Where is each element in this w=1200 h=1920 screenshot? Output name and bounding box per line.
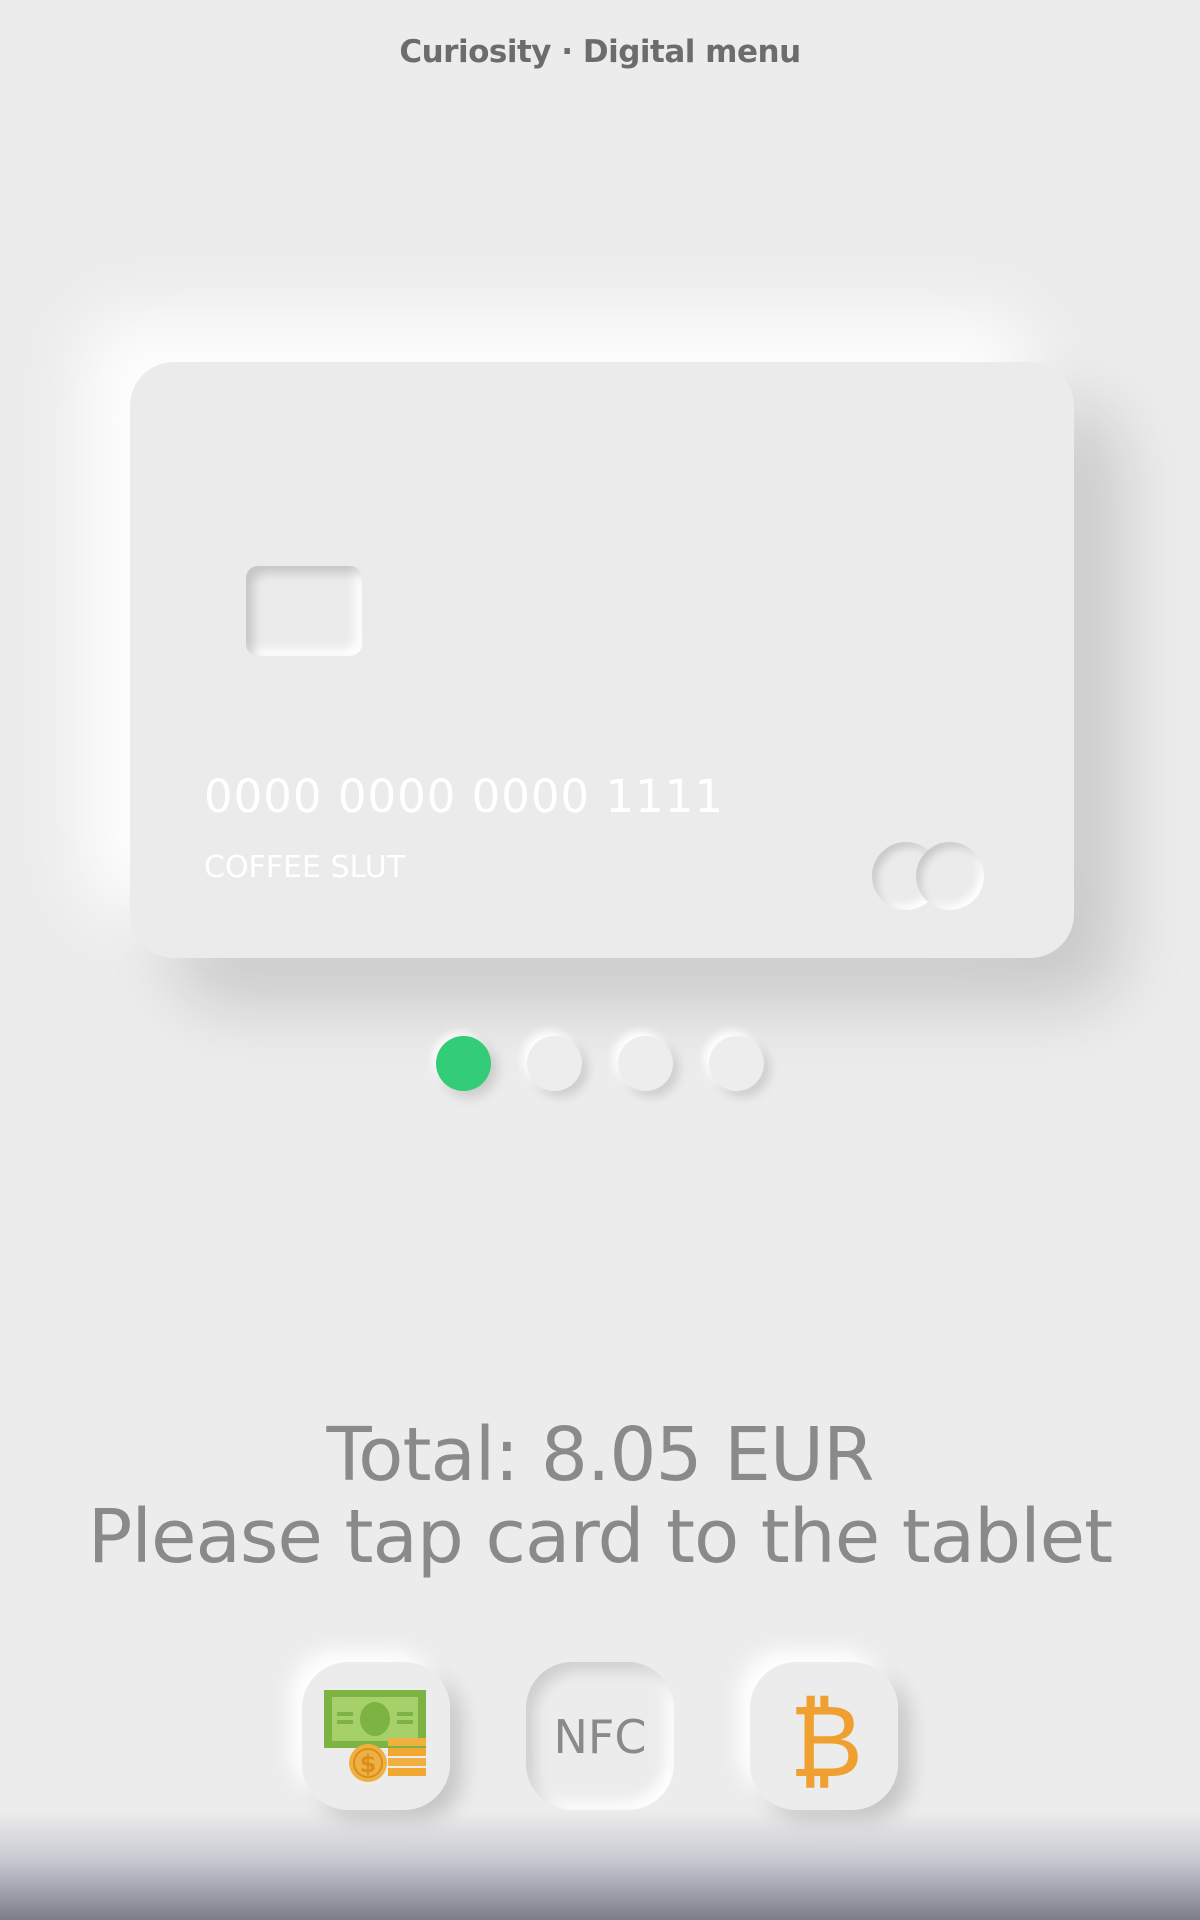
bitcoin-icon: ₿	[789, 1683, 863, 1800]
cash-payment-button[interactable]: $	[302, 1662, 450, 1810]
bottom-gradient	[0, 1812, 1200, 1920]
bitcoin-symbol: ₿	[789, 1683, 863, 1800]
svg-text:$: $	[360, 1750, 377, 1778]
nfc-payment-button[interactable]: NFC	[526, 1662, 674, 1810]
carousel-dot-2[interactable]	[527, 1036, 582, 1091]
card-chip-icon	[246, 566, 362, 656]
total-amount: Total: 8.05 EUR	[326, 1412, 875, 1498]
brand-circle-right	[916, 842, 984, 910]
card-carousel[interactable]: 0000 0000 0000 1111 COFFEE SLUT	[0, 0, 1200, 1120]
card-number: 0000 0000 0000 1111	[204, 770, 724, 823]
card-holder-name: COFFEE SLUT	[204, 850, 406, 885]
card-brand-icon	[872, 840, 984, 912]
nfc-icon: NFC	[553, 1710, 647, 1764]
carousel-dot-4[interactable]	[709, 1036, 764, 1091]
carousel-pagination	[436, 1036, 764, 1092]
carousel-dot-3[interactable]	[618, 1036, 673, 1091]
cash-icon: $	[324, 1690, 426, 1782]
bitcoin-payment-button[interactable]: ₿	[750, 1662, 898, 1810]
payment-card[interactable]: 0000 0000 0000 1111 COFFEE SLUT	[130, 362, 1074, 958]
payment-instruction: Please tap card to the tablet	[87, 1494, 1113, 1580]
carousel-dot-1[interactable]	[436, 1036, 491, 1091]
